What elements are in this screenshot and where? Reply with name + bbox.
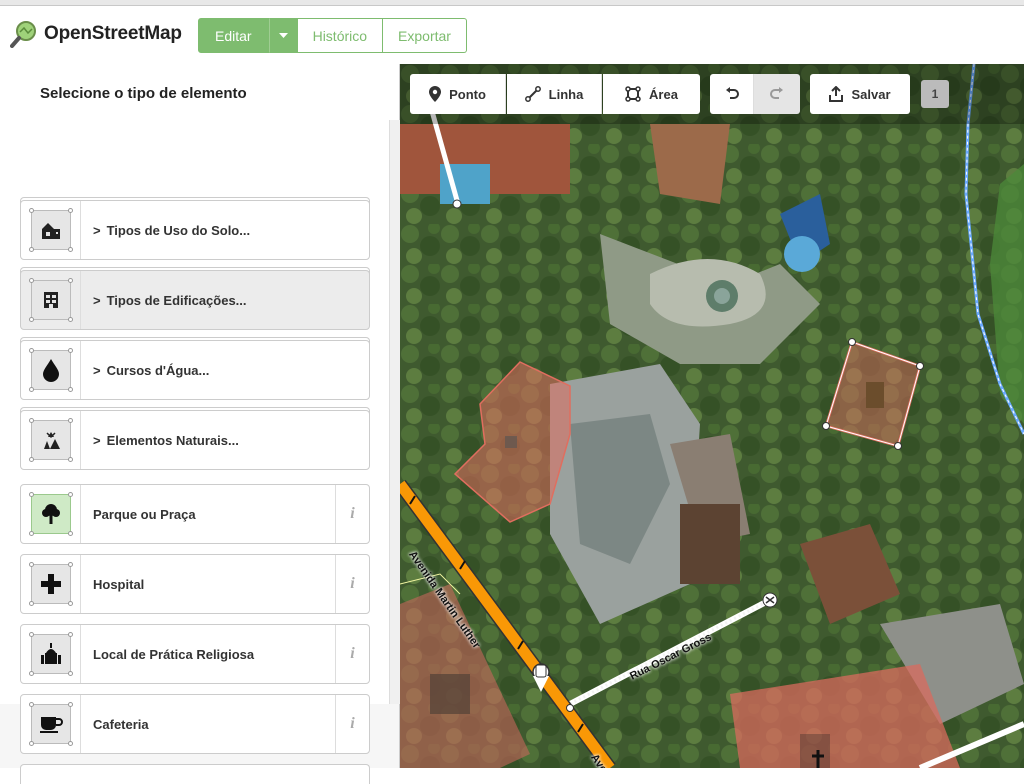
info-button[interactable]: i — [335, 555, 369, 613]
preset-icon-box — [21, 411, 81, 469]
preset-park[interactable]: Parque ou Praça i — [20, 484, 370, 544]
preset-label: > Tipos de Edificações... — [81, 293, 369, 308]
park-tree-icon — [28, 492, 73, 536]
place-of-worship-icon — [28, 632, 73, 676]
info-button[interactable]: i — [335, 695, 369, 753]
preset-label: > Tipos de Uso do Solo... — [81, 223, 369, 238]
chevron-right-icon: > — [93, 432, 101, 448]
area-icon — [625, 86, 641, 102]
building-icon — [28, 278, 73, 322]
preset-icon-box — [21, 485, 81, 543]
brand-name: OpenStreetMap — [44, 23, 182, 44]
map-canvas[interactable]: Avenida Martin Luther Ave Rua Oscar Gros… — [400, 64, 1024, 768]
natural-icon — [28, 418, 73, 462]
preset-label: Parque ou Praça — [93, 506, 196, 522]
mode-tabs: Editar Histórico Exportar — [198, 18, 467, 53]
info-button[interactable]: i — [335, 625, 369, 683]
preset-label: Local de Prática Religiosa — [93, 646, 255, 662]
undo-button[interactable] — [710, 74, 754, 114]
preset-icon-box — [21, 555, 81, 613]
preset-icon-box — [21, 271, 81, 329]
save-button[interactable]: Salvar — [810, 74, 910, 114]
preset-category-landuse[interactable]: > Tipos de Uso do Solo... — [20, 200, 370, 260]
preset-category-buildings[interactable]: > Tipos de Edificações... — [20, 270, 370, 330]
add-point-button[interactable]: Ponto — [410, 74, 506, 114]
upload-icon — [829, 86, 844, 102]
preset-label: > Cursos d'Água... — [81, 363, 369, 378]
preset-label-text: Tipos de Uso do Solo... — [106, 222, 251, 238]
map-pin-icon — [429, 86, 442, 102]
line-icon — [524, 86, 541, 102]
add-area-label: Área — [649, 86, 678, 102]
redo-button[interactable] — [754, 74, 800, 114]
add-line-button[interactable]: Linha — [507, 74, 602, 114]
landuse-icon — [28, 208, 73, 252]
tab-export[interactable]: Exportar — [383, 18, 467, 53]
sidebar-title: Selecione o tipo de elemento — [0, 64, 399, 124]
chevron-right-icon: > — [93, 362, 101, 378]
chevron-right-icon: > — [93, 292, 101, 308]
hospital-cross-icon — [28, 562, 73, 606]
tab-history[interactable]: Histórico — [297, 18, 384, 53]
sidebar-scrollbar[interactable] — [390, 120, 400, 704]
preset-place-of-worship[interactable]: Local de Prática Religiosa i — [20, 624, 370, 684]
caret-down-icon — [278, 32, 288, 38]
magnifier-logo-icon — [10, 20, 38, 48]
preset-category-natural[interactable]: > Elementos Naturais... — [20, 410, 370, 470]
preset-label: Hospital — [93, 576, 145, 592]
preset-label: Cafeteria — [93, 716, 149, 732]
preset-cafe[interactable]: Cafeteria i — [20, 694, 370, 754]
satellite-imagery — [400, 64, 1024, 768]
water-drop-icon — [28, 348, 73, 392]
preset-list: > Tipos de Uso do Solo... > Tipos de Edifi… — [0, 120, 390, 784]
chevron-right-icon: > — [93, 222, 101, 238]
preset-icon-box — [21, 625, 81, 683]
preset-partial-item[interactable] — [20, 764, 370, 784]
preset-hospital[interactable]: Hospital i — [20, 554, 370, 614]
preset-label-text: Cursos d'Água... — [106, 362, 210, 378]
cafe-cup-icon — [28, 702, 73, 746]
preset-label-text: Tipos de Edificações... — [106, 292, 247, 308]
top-header: OpenStreetMap Editar Histórico Exportar — [0, 6, 1024, 64]
preset-category-waterways[interactable]: > Cursos d'Água... — [20, 340, 370, 400]
add-line-label: Linha — [548, 86, 584, 102]
add-area-button[interactable]: Área — [603, 74, 700, 114]
add-point-label: Ponto — [449, 86, 486, 102]
tab-edit[interactable]: Editar — [198, 18, 269, 53]
preset-label: > Elementos Naturais... — [81, 433, 369, 448]
info-button[interactable]: i — [335, 485, 369, 543]
edit-count-badge: 1 — [921, 80, 949, 108]
undo-icon — [725, 87, 739, 99]
redo-icon — [770, 87, 783, 99]
osm-logo[interactable]: OpenStreetMap — [10, 20, 182, 48]
edit-dropdown-button[interactable] — [268, 18, 298, 53]
preset-icon-box — [21, 695, 81, 753]
save-label: Salvar — [851, 86, 891, 102]
preset-icon-box — [21, 341, 81, 399]
preset-icon-box — [21, 201, 81, 259]
preset-label-text: Elementos Naturais... — [106, 432, 239, 448]
